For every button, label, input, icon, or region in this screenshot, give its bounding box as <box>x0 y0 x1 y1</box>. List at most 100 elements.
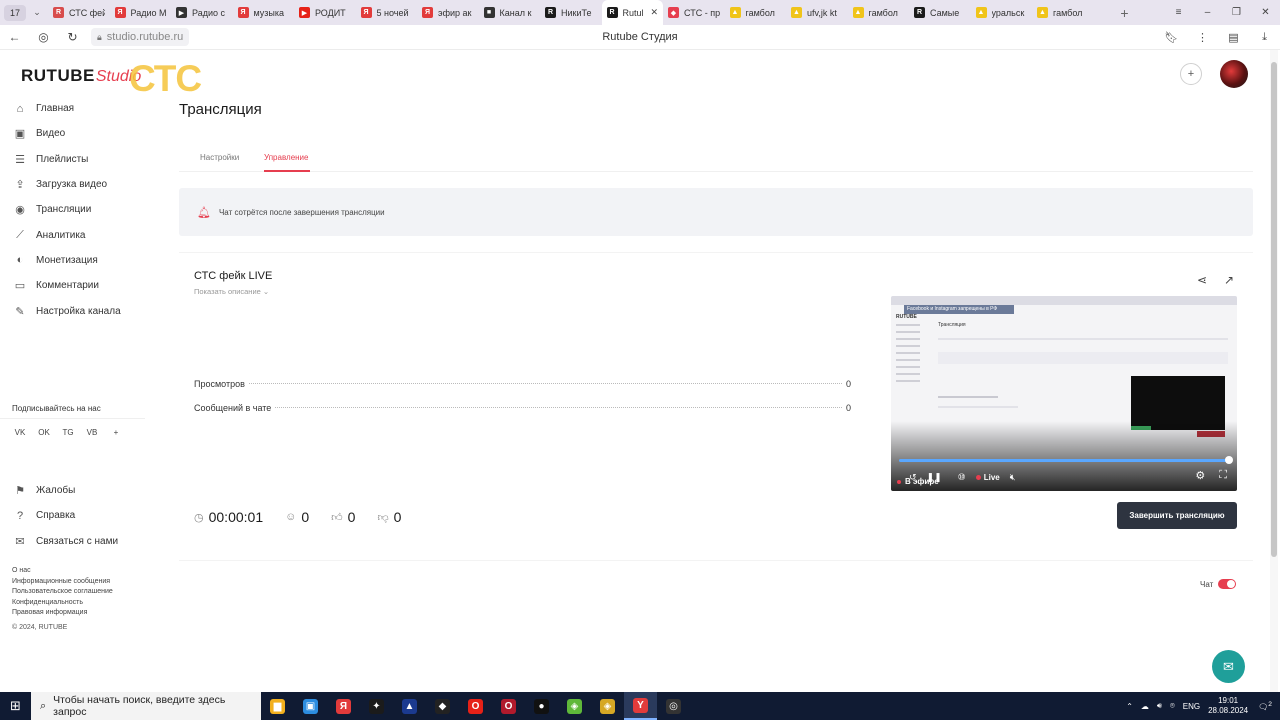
taskbar-app-yandex-browser[interactable]: Y <box>624 692 657 720</box>
tab-manage[interactable]: Управление <box>264 153 308 162</box>
browser-tab[interactable]: Я Радио М <box>110 0 172 25</box>
sidebar-item[interactable]: ⚑ Жалобы <box>0 478 145 503</box>
open-external-icon[interactable]: ↗ <box>1224 273 1234 287</box>
downloads-icon[interactable]: ⤓ <box>1249 31 1280 44</box>
taskbar-app-opera-gx[interactable]: O <box>492 692 525 720</box>
tab-settings[interactable]: Настройки <box>200 153 239 162</box>
yandex-protect-icon[interactable]: ◎ <box>29 30 58 44</box>
minimize-icon[interactable]: – <box>1193 7 1222 18</box>
browser-tab[interactable]: R СТС фей <box>48 0 110 25</box>
share-icon[interactable]: ⋖ <box>1197 273 1207 287</box>
social-link-icon[interactable]: TG <box>60 424 76 440</box>
taskbar-app-app-yellow[interactable]: ✦ <box>360 692 393 720</box>
windows-start-icon[interactable]: ⊞ <box>0 692 31 720</box>
restore-icon[interactable]: ❐ <box>1222 7 1251 18</box>
browser-tab[interactable]: R НикиТе <box>540 0 602 25</box>
settings-gear-icon[interactable]: ⚙ <box>1195 469 1205 482</box>
social-link-icon[interactable]: OK <box>36 424 52 440</box>
sidebar-item[interactable]: ⟋ Аналитика <box>0 222 145 247</box>
sidebar-item[interactable]: ⇪ Загрузка видео <box>0 172 145 197</box>
forward-10-icon[interactable]: ⑩ <box>958 472 966 483</box>
footer-link[interactable]: Информационные сообщения <box>12 577 113 588</box>
show-description-link[interactable]: Показать описание ⌄ <box>194 287 269 296</box>
notifications-icon[interactable]: 🗨︎2 <box>1258 701 1272 712</box>
sidebar-item[interactable]: ◉ Трансляции <box>0 197 145 222</box>
bookmark-icon[interactable]: 🔖︎ <box>1156 31 1187 44</box>
taskbar-app-store[interactable]: ▣ <box>294 692 327 720</box>
browser-tab[interactable]: ▲ ufv,jk kt <box>786 0 848 25</box>
taskbar-app-explorer[interactable]: ▆ <box>261 692 294 720</box>
footer-link[interactable]: Конфиденциальность <box>12 598 113 609</box>
taskbar-app-yandex[interactable]: Я <box>327 692 360 720</box>
sidebar-item[interactable]: ▭ Комментарии <box>0 273 145 298</box>
page-scrollbar-thumb[interactable] <box>1271 62 1277 557</box>
url-field[interactable]: 🔒︎ studio.rutube.ru <box>91 28 190 46</box>
browser-tab[interactable]: ▲ гамбол <box>1032 0 1094 25</box>
end-stream-button[interactable]: Завершить трансляцию <box>1117 502 1237 529</box>
browser-tab[interactable]: R Rutul ✕ <box>601 0 663 25</box>
social-link-icon[interactable]: VK <box>12 424 28 440</box>
social-link-icon[interactable]: + <box>108 424 124 440</box>
sidebar-item[interactable]: ▣ Видео <box>0 121 145 146</box>
browser-tab[interactable]: ◆ СТС - пр <box>663 0 725 25</box>
more-options-icon[interactable]: ⋮ <box>1187 31 1218 44</box>
back-arrow-icon[interactable]: ← <box>0 30 29 44</box>
tray-volume-icon[interactable]: 🔊︎ <box>1157 701 1162 711</box>
browser-tab[interactable]: ▲ гамбол <box>725 0 787 25</box>
support-chat-icon[interactable]: ✉ <box>1212 650 1245 683</box>
browser-tab[interactable]: ▲ гамбол <box>848 0 910 25</box>
avatar[interactable] <box>1220 60 1248 88</box>
browser-tab[interactable]: Яэфир ак <box>417 0 479 25</box>
fullscreen-icon[interactable]: ⛶ <box>1219 469 1227 482</box>
sidebar-item[interactable]: ✉ Связаться с нами <box>0 529 145 554</box>
sidebar-item[interactable]: ✎ Настройка канала <box>0 298 145 323</box>
tab-counter[interactable]: 17 <box>4 4 26 21</box>
footer-link[interactable]: О нас <box>12 566 113 577</box>
close-tab-icon[interactable]: ✕ <box>650 7 658 18</box>
taskbar-app-opera[interactable]: O <box>459 692 492 720</box>
menu-icon[interactable]: ≡ <box>1164 7 1193 18</box>
sidebar-item[interactable]: ◐ Монетизация <box>0 248 145 273</box>
tray-chevron-up-icon[interactable]: ⌃ <box>1126 702 1133 711</box>
taskbar-app-app-dark[interactable]: ◆ <box>426 692 459 720</box>
footer-link[interactable]: Пользовательское соглашение <box>12 587 113 598</box>
browser-tab[interactable]: ■ Канал к <box>479 0 541 25</box>
browser-tab[interactable]: ▶ РОДИТ <box>294 0 356 25</box>
chat-toggle[interactable] <box>1218 579 1236 589</box>
browser-tab[interactable]: ▶ Радио с <box>171 0 233 25</box>
player-progress-bar[interactable] <box>899 459 1229 462</box>
browser-tab[interactable]: Я 5 ночей <box>356 0 418 25</box>
tab-list-chevron-icon[interactable]: ⌄ <box>26 7 48 18</box>
sidebar-item[interactable]: ☰ Плейлисты <box>0 147 145 172</box>
footer-link[interactable]: Правовая информация <box>12 608 113 619</box>
sidebar-item[interactable]: ⌂ Главная <box>0 96 145 121</box>
close-window-icon[interactable]: ✕ <box>1251 7 1280 18</box>
browser-tab[interactable]: Ямузыка <box>233 0 295 25</box>
reader-mode-icon[interactable]: ▤ <box>1218 31 1249 44</box>
tray-language[interactable]: ENG <box>1183 702 1200 711</box>
social-link-icon[interactable]: VB <box>84 424 100 440</box>
tab-favicon-icon: ▲ <box>1037 7 1048 18</box>
tray-clock[interactable]: 19:01 28.08.2024 <box>1208 696 1248 716</box>
taskbar-app-bluestacks2[interactable]: ◈ <box>591 692 624 720</box>
new-tab-plus-icon[interactable]: + <box>1114 2 1136 24</box>
cts-logo-overlay: СТС <box>129 58 202 99</box>
reload-icon[interactable]: ↻ <box>58 30 87 44</box>
tray-cloud-icon[interactable]: ☁ <box>1141 702 1149 711</box>
mute-icon[interactable]: 🔇︎ <box>1010 472 1016 483</box>
taskbar-app-bluestacks[interactable]: ◈ <box>558 692 591 720</box>
browser-tab[interactable]: ▲ уральск <box>971 0 1033 25</box>
live-indicator[interactable]: Live <box>975 473 1000 482</box>
taskbar-app-app-blue[interactable]: ▲ <box>393 692 426 720</box>
player-progress-knob[interactable] <box>1225 456 1233 464</box>
tray-network-icon[interactable]: ⌾ <box>1170 701 1175 711</box>
taskbar-app-obs[interactable]: ◎ <box>657 692 690 720</box>
on-air-dot-icon <box>897 479 901 484</box>
taskbar-app-record[interactable]: ● <box>525 692 558 720</box>
stream-preview-player[interactable]: Facebook и Instagram запрещены в РФ RUTU… <box>891 296 1237 491</box>
sidebar-item[interactable]: ? Справка <box>0 503 145 528</box>
add-content-icon[interactable]: + <box>1180 63 1202 85</box>
browser-tab[interactable]: R Самые <box>909 0 971 25</box>
rutube-studio-logo[interactable]: RUTUBE Studio <box>21 66 141 86</box>
taskbar-search[interactable]: ⌕ Чтобы начать поиск, введите здесь запр… <box>31 692 261 720</box>
